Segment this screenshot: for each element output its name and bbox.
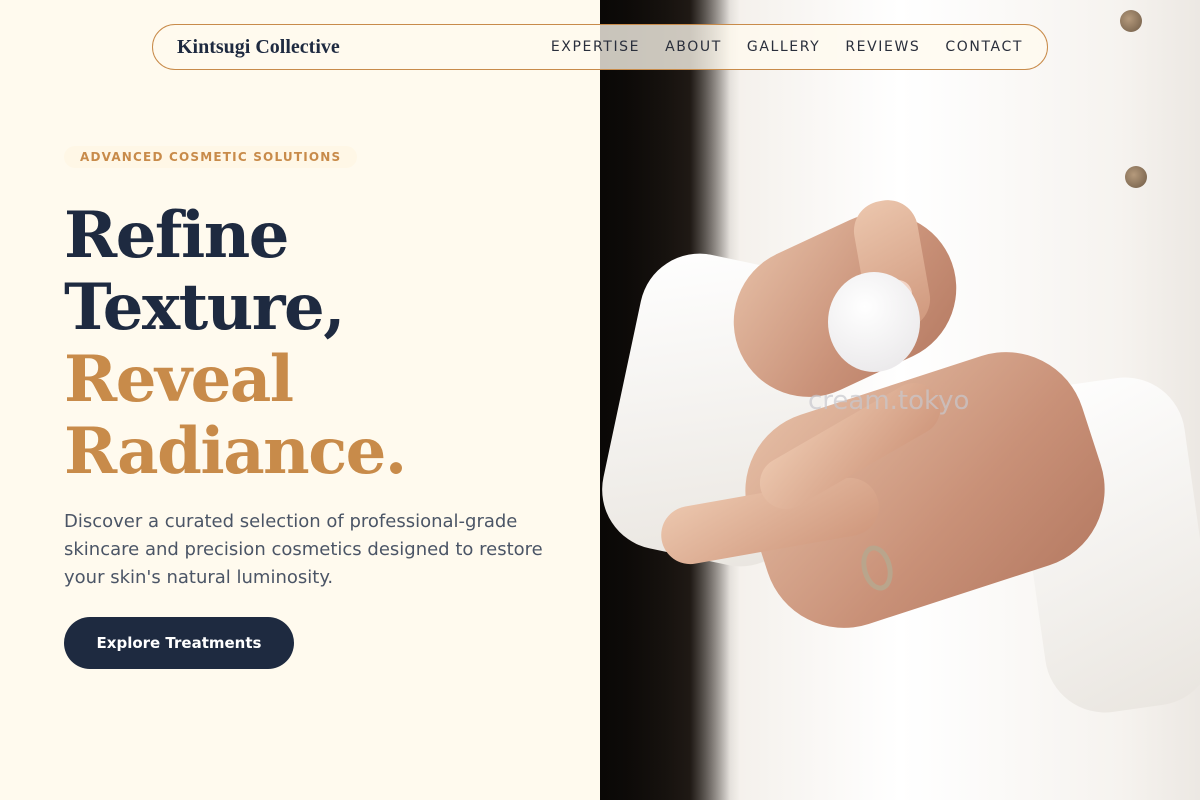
headline-line-4: Radiance. — [64, 414, 407, 489]
nav-link-reviews[interactable]: REVIEWS — [845, 39, 920, 55]
nav-link-expertise[interactable]: EXPERTISE — [551, 39, 640, 55]
hero-text-pane: ADVANCED COSMETIC SOLUTIONS Refine Textu… — [0, 0, 600, 800]
hero-photo: cream.tokyo — [600, 0, 1200, 800]
shirt-button — [1125, 166, 1147, 188]
nav-link-contact[interactable]: CONTACT — [945, 39, 1023, 55]
top-navbar: Kintsugi Collective EXPERTISE ABOUT GALL… — [152, 24, 1048, 70]
nav-link-about[interactable]: ABOUT — [665, 39, 722, 55]
nav-links: EXPERTISE ABOUT GALLERY REVIEWS CONTACT — [551, 39, 1023, 55]
image-watermark: cream.tokyo — [808, 386, 970, 416]
hero-eyebrow-badge: ADVANCED COSMETIC SOLUTIONS — [64, 146, 358, 168]
explore-treatments-button[interactable]: Explore Treatments — [64, 617, 294, 669]
headline-line-1: Refine — [64, 198, 290, 273]
shirt-button — [1120, 10, 1142, 32]
headline-line-3: Reveal — [64, 342, 294, 417]
cream-bottle — [828, 272, 920, 372]
nav-link-gallery[interactable]: GALLERY — [747, 39, 820, 55]
brand-logo[interactable]: Kintsugi Collective — [177, 36, 340, 59]
hero-description: Discover a curated selection of professi… — [64, 511, 543, 588]
hero-headline: Refine Texture, Reveal Radiance. — [64, 200, 584, 488]
headline-line-2: Texture, — [64, 270, 345, 345]
